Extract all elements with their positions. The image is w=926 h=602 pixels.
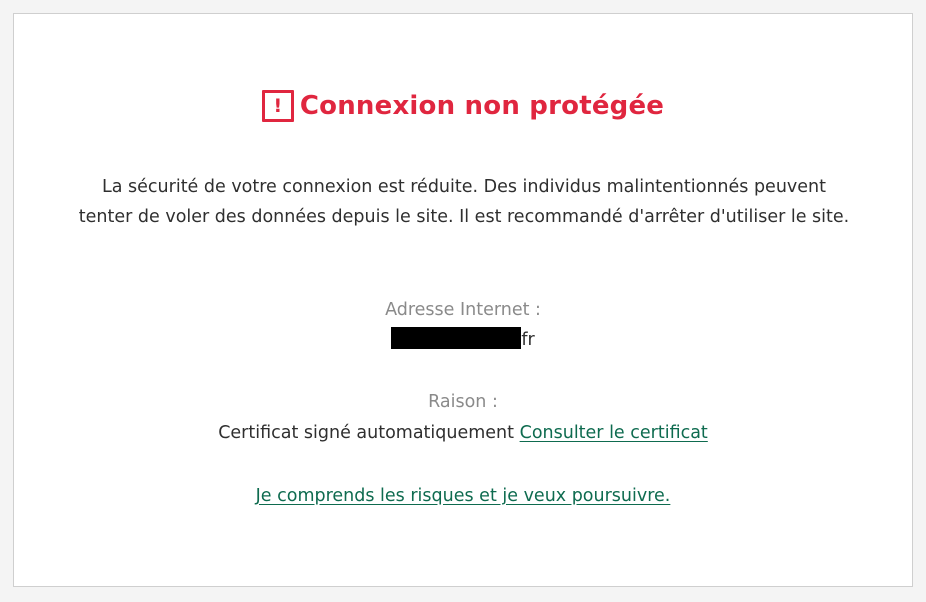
reason-text: Certificat signé automatiquement	[218, 423, 515, 443]
view-certificate-link[interactable]: Consulter le certificat	[520, 423, 708, 443]
address-value: fr	[14, 325, 912, 355]
warning-description: La sécurité de votre connexion est rédui…	[78, 177, 850, 227]
address-suffix: fr	[521, 330, 535, 350]
reason-value: Certificat signé automatiquement Consult…	[14, 418, 912, 448]
title-row: ! Connexion non protégée	[14, 90, 912, 122]
proceed-container: Je comprends les risques et je veux pour…	[14, 481, 912, 511]
exclamation-square-icon: !	[261, 90, 294, 122]
address-label: Adresse Internet :	[385, 300, 541, 320]
page-title: Connexion non protégée	[299, 91, 665, 121]
warning-card: ! Connexion non protégée La sécurité de …	[13, 13, 913, 587]
redacted-domain	[391, 327, 522, 349]
proceed-anyway-link[interactable]: Je comprends les risques et je veux pour…	[256, 486, 671, 506]
page-background: ! Connexion non protégée La sécurité de …	[0, 0, 926, 602]
reason-label: Raison :	[428, 392, 498, 412]
